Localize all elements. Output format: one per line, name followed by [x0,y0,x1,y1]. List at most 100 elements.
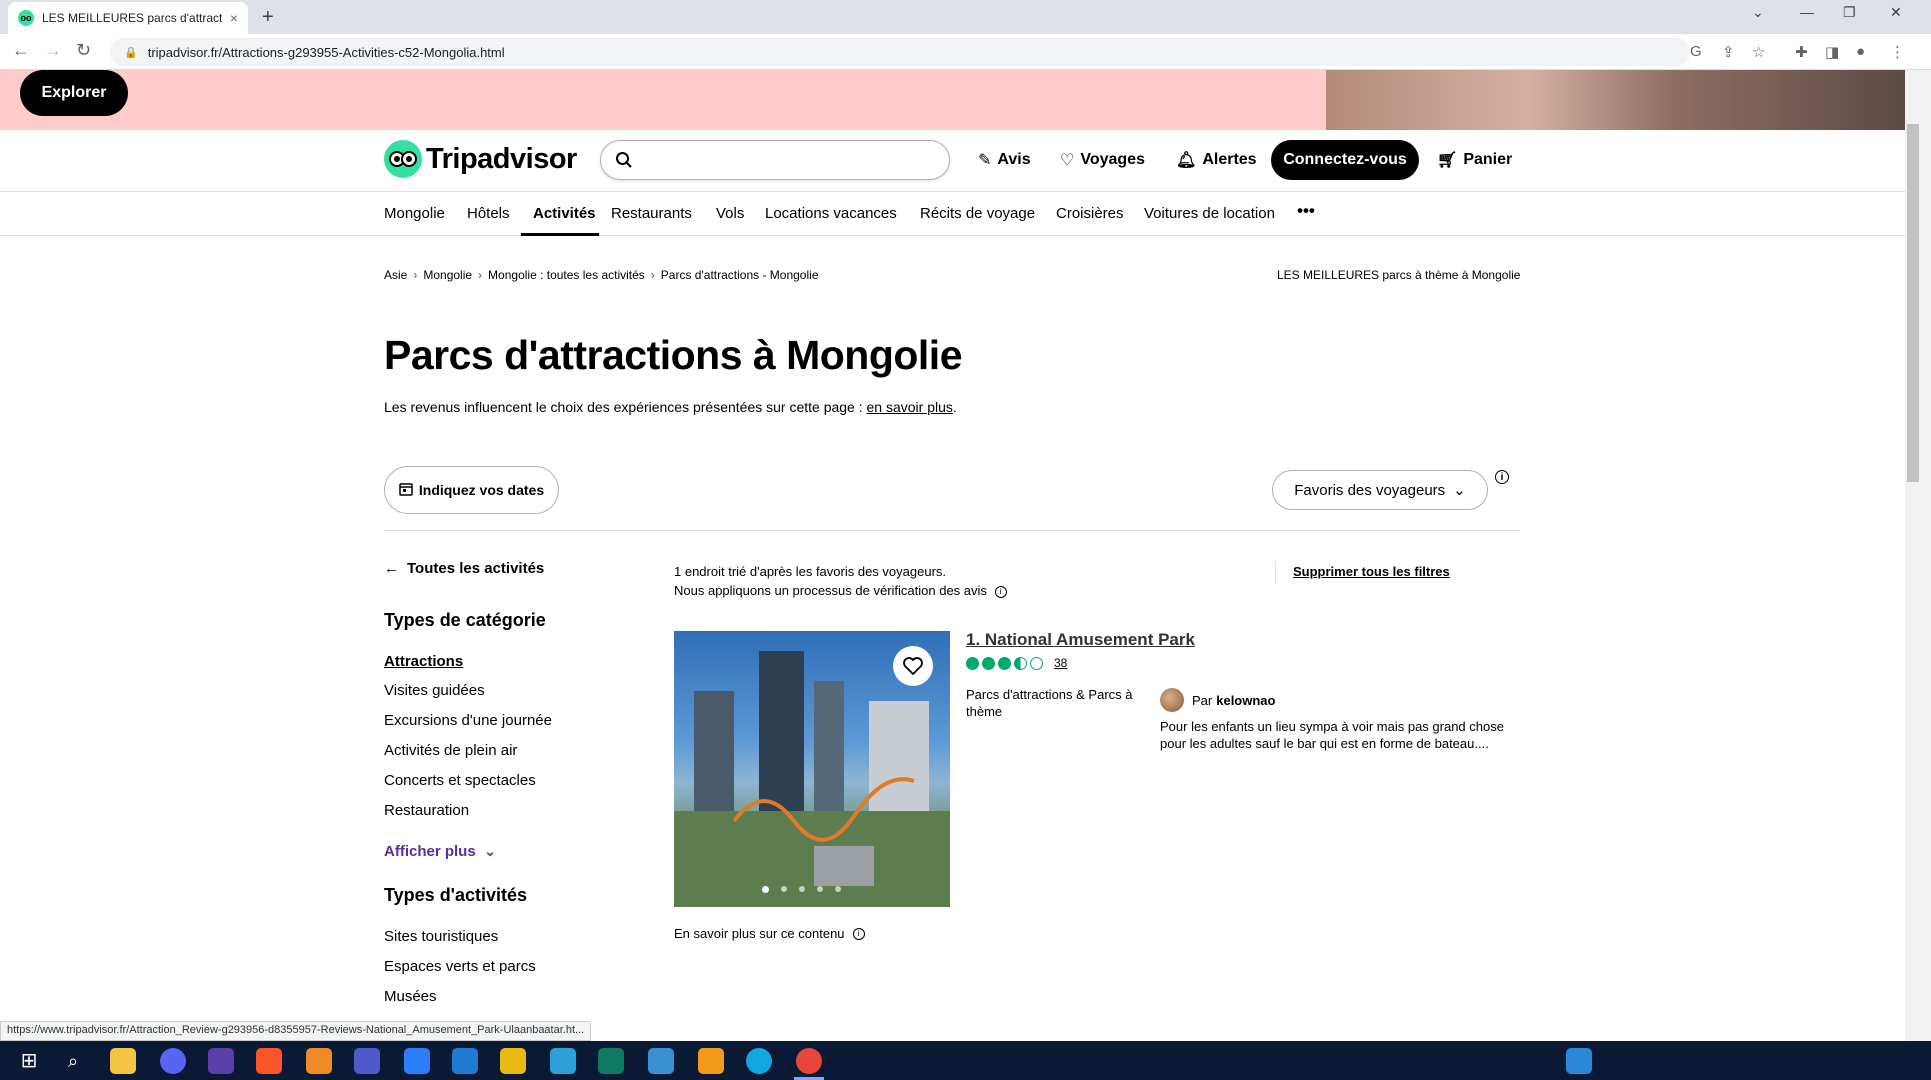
breadcrumb: Asie › Mongolie › Mongolie : toutes les … [384,268,819,282]
breadcrumb-item[interactable]: Mongolie [423,268,472,282]
window-close-icon[interactable]: ✕ [1890,4,1902,21]
lock-icon[interactable]: 🔒 [124,46,138,59]
more-icon[interactable]: ••• [1297,201,1315,221]
explore-button[interactable]: Explorer [20,70,128,116]
select-dates-button[interactable]: Indiquez vos dates [384,466,559,514]
filter-food[interactable]: Restauration [384,802,469,819]
url-text[interactable]: tripadvisor.fr/Attractions-g293955-Activ… [148,45,505,60]
trips-link[interactable]: ♡ Voyages [1060,150,1145,170]
filter-parks[interactable]: Espaces verts et parcs [384,958,536,975]
nav-item-mongolia[interactable]: Mongolie [384,205,445,222]
file-icon[interactable] [1566,1048,1592,1074]
profile-icon[interactable]: ● [1856,43,1865,60]
info-icon: i [852,927,865,940]
filter-attractions[interactable]: Attractions [384,653,463,670]
app-icon[interactable] [598,1048,624,1074]
back-icon[interactable]: ← [12,40,30,61]
cart-link[interactable]: 🛒︎ Panier [1437,150,1512,170]
nav-item-travel-stories[interactable]: Récits de voyage [920,205,1035,222]
filter-sights[interactable]: Sites touristiques [384,928,498,945]
alerts-link[interactable]: 🔔︎ Alertes [1176,150,1257,170]
teams-icon[interactable] [354,1048,380,1074]
nav-item-car-rentals[interactable]: Voitures de location [1144,205,1275,222]
bookmark-star-icon[interactable]: ☆ [1752,43,1765,61]
vscode-icon[interactable] [452,1048,478,1074]
clear-filters-link[interactable]: Supprimer tous les filtres [1293,564,1450,579]
carousel-dot[interactable] [762,886,769,893]
all-activities-label: Toutes les activités [407,560,545,577]
reviews-link[interactable]: ✎ Avis [978,150,1031,170]
breadcrumb-item-current: Parcs d'attractions - Mongolie [660,268,819,282]
tripadvisor-favicon-icon: oo [18,10,34,26]
filter-museums[interactable]: Musées [384,988,437,1005]
nav-item-hotels[interactable]: Hôtels [467,205,510,222]
tab-title: LES MEILLEURES parcs d'attractio [42,11,222,25]
review-snippet[interactable]: Pour les enfants un lieu sympa à voir ma… [1160,718,1510,752]
rating-bubbles[interactable]: 38 [966,656,1067,670]
filter-concerts[interactable]: Concerts et spectacles [384,772,536,789]
breadcrumb-item[interactable]: Asie [384,268,407,282]
filter-guided-tours[interactable]: Visites guidées [384,682,485,699]
discord-icon[interactable] [160,1048,186,1074]
security-shield-icon[interactable] [500,1048,526,1074]
carousel-dot[interactable] [835,886,841,892]
brave-icon[interactable] [256,1048,282,1074]
info-icon[interactable]: i [994,585,1007,598]
share-icon[interactable]: ⇪ [1722,43,1735,61]
carousel-dot[interactable] [799,886,805,892]
review-count[interactable]: 38 [1054,656,1067,670]
filter-outdoor[interactable]: Activités de plein air [384,742,517,759]
sort-dropdown[interactable]: Favoris des voyageurs ⌄ [1272,470,1488,510]
reviewer: Par kelownao [1160,688,1275,712]
browser-tab[interactable]: oo LES MEILLEURES parcs d'attractio × [8,2,248,34]
address-bar[interactable]: 🔒 tripadvisor.fr/Attractions-g293955-Act… [110,38,1690,66]
extensions-icon[interactable]: ✚ [1795,43,1808,61]
minimize-icon[interactable]: — [1800,4,1814,20]
nav-item-vacation-rentals[interactable]: Locations vacances [765,205,897,222]
app-icon[interactable] [306,1048,332,1074]
learn-more-link[interactable]: en savoir plus [867,399,953,415]
app-icon[interactable] [208,1048,234,1074]
pencil-icon: ✎ [978,152,992,169]
new-tab-icon[interactable]: + [262,6,274,29]
nav-item-flights[interactable]: Vols [716,205,744,222]
carousel-dot[interactable] [817,886,823,892]
carousel-dot[interactable] [781,886,787,892]
divider [384,530,1520,531]
google-icon[interactable]: G [1690,43,1702,60]
scrollbar-thumb[interactable] [1907,124,1919,482]
reload-icon[interactable]: ↻ [76,40,91,61]
sign-in-button[interactable]: Connectez-vous [1271,140,1419,180]
tab-close-icon[interactable]: × [230,10,238,26]
app-icon[interactable] [746,1048,772,1074]
breadcrumb-item[interactable]: Mongolie : toutes les activités [488,268,645,282]
windows-start-icon[interactable]: ⊞ [16,1048,42,1074]
tripadvisor-logo[interactable]: Tripadvisor [384,140,577,178]
search-icon[interactable]: ⌕ [60,1048,86,1074]
menu-icon[interactable]: ⋮ [1890,43,1905,61]
content-info[interactable]: En savoir plus sur ce contenu i [674,926,865,941]
file-explorer-icon[interactable] [110,1048,136,1074]
nav-item-activities[interactable]: Activités [533,205,596,222]
forward-icon[interactable]: → [44,40,62,61]
chrome-icon[interactable] [796,1048,822,1074]
filter-day-trips[interactable]: Excursions d'une journée [384,712,552,729]
photos-icon[interactable] [648,1048,674,1074]
trips-label: Voyages [1080,151,1145,168]
search-input[interactable] [600,140,950,180]
bootstrap-studio-icon[interactable] [404,1048,430,1074]
nav-item-cruises[interactable]: Croisières [1056,205,1124,222]
sort-info-icon[interactable]: i [1495,470,1509,484]
save-heart-button[interactable] [893,646,933,686]
nav-item-restaurants[interactable]: Restaurants [611,205,692,222]
sublime-text-icon[interactable] [698,1048,724,1074]
app-icon[interactable] [550,1048,576,1074]
side-panel-icon[interactable]: ◨ [1825,43,1839,61]
tab-search-icon[interactable]: ⌄ [1752,4,1764,21]
reviewer-name[interactable]: kelownao [1216,693,1275,708]
restore-icon[interactable]: ❐ [1843,4,1856,21]
all-activities-link[interactable]: ← Toutes les activités [384,560,544,577]
attraction-title-link[interactable]: 1. National Amusement Park [966,630,1195,650]
category-nav: Mongolie Hôtels Activités Restaurants Vo… [0,192,1905,236]
show-more-button[interactable]: Afficher plus ⌄ [384,842,496,861]
